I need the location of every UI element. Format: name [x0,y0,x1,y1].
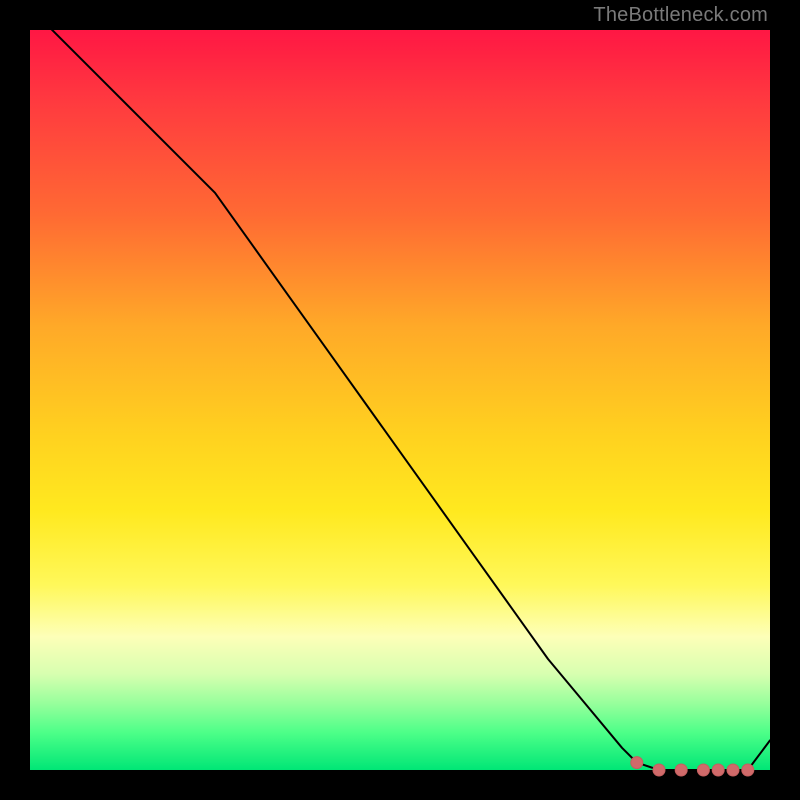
highlight-marker [675,764,687,776]
highlight-marker [631,757,643,769]
highlight-marker [653,764,665,776]
highlight-marker [727,764,739,776]
chart-overlay [30,30,770,770]
chart-frame: TheBottleneck.com [0,0,800,800]
highlight-marker [712,764,724,776]
highlight-marker [697,764,709,776]
watermark-text: TheBottleneck.com [593,4,768,27]
main-curve-line [30,8,770,770]
highlight-marker [742,764,754,776]
